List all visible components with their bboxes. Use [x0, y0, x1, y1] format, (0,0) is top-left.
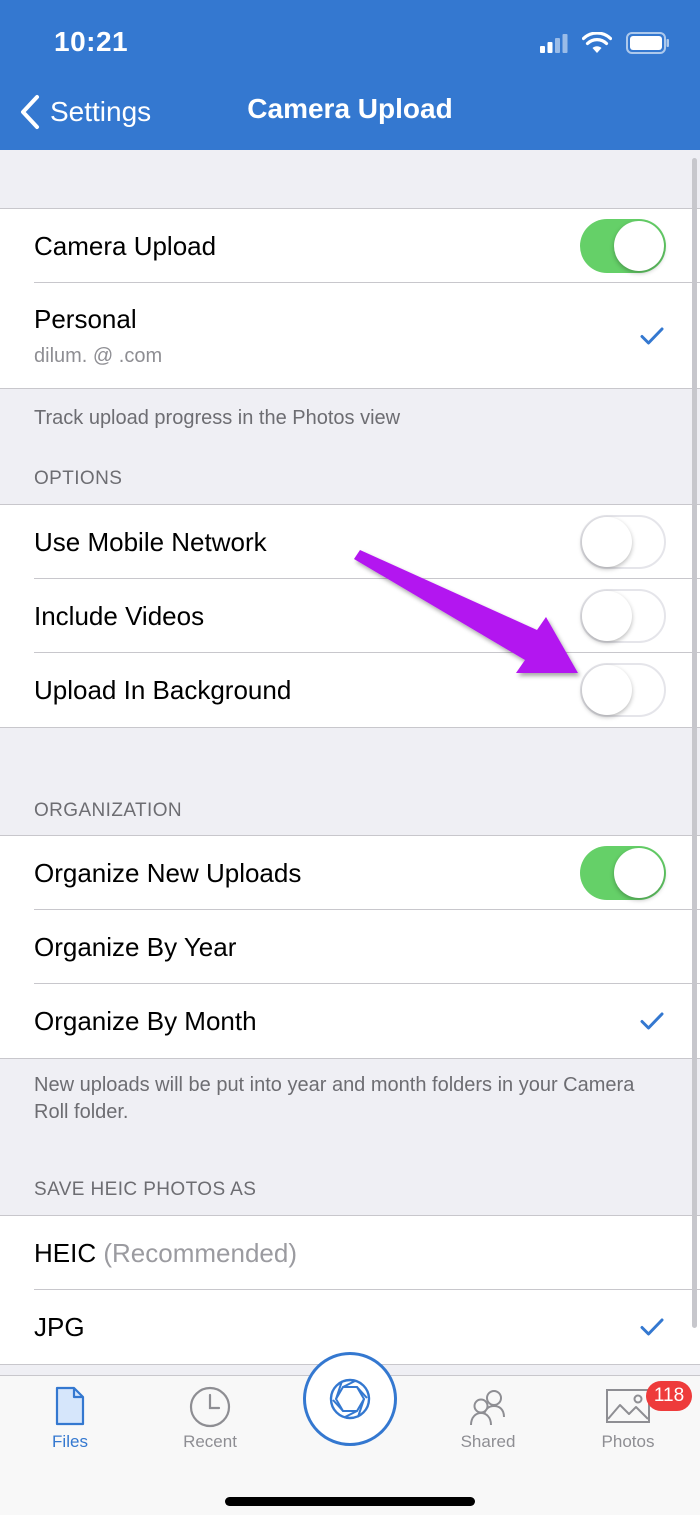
organize-by-month-row[interactable]: Organize By Month	[0, 983, 700, 1058]
tab-recent[interactable]: Recent	[140, 1386, 280, 1466]
cellular-signal-icon	[540, 34, 568, 53]
options-header-wrap: OPTIONS	[0, 451, 700, 504]
organization-header: ORGANIZATION	[34, 800, 183, 821]
organization-section: Organize New Uploads Organize By Year Or…	[0, 835, 700, 1059]
heic-option-row[interactable]: HEIC (Recommended)	[0, 1216, 700, 1290]
personal-label: Personal	[34, 303, 137, 334]
battery-icon	[626, 32, 669, 54]
navigation-bar: 10:21 Settings Camera Upload	[0, 0, 700, 150]
checkmark-icon	[640, 327, 664, 344]
camera-upload-toggle[interactable]	[580, 219, 666, 273]
account-footer: Track upload progress in the Photos view	[34, 407, 401, 429]
tab-photos-label: Photos	[601, 1432, 655, 1451]
tab-files[interactable]: Files	[0, 1386, 140, 1466]
status-icons	[540, 30, 670, 56]
heic-recommended-note: (Recommended)	[103, 1237, 297, 1268]
camera-upload-label: Camera Upload	[34, 230, 217, 261]
personal-account-text: Personal dilum. @ .com	[34, 304, 162, 368]
tab-shared-label: Shared	[460, 1432, 516, 1451]
clock-icon	[189, 1386, 231, 1428]
organize-new-uploads-row: Organize New Uploads	[0, 836, 700, 910]
organize-new-uploads-toggle[interactable]	[580, 846, 666, 900]
camera-upload-button[interactable]	[303, 1352, 397, 1446]
options-header: OPTIONS	[34, 468, 123, 489]
use-mobile-network-label: Use Mobile Network	[34, 526, 267, 557]
jpg-label: JPG	[34, 1311, 85, 1342]
toggle-knob	[614, 221, 664, 271]
heic-section: HEIC (Recommended) JPG	[0, 1215, 700, 1365]
organize-new-uploads-label: Organize New Uploads	[34, 857, 302, 888]
annotation-arrow	[354, 550, 578, 673]
heic-label: HEIC (Recommended)	[34, 1238, 297, 1269]
checkmark-icon	[640, 1318, 664, 1336]
organization-footer: New uploads will be put into year and mo…	[34, 1074, 635, 1123]
organization-footer-wrap: New uploads will be put into year and mo…	[0, 1059, 700, 1134]
heic-header: SAVE HEIC PHOTOS AS	[34, 1179, 257, 1200]
include-videos-label: Include Videos	[34, 600, 205, 631]
checkmark-icon	[640, 1012, 664, 1030]
settings-content[interactable]: Camera Upload Personal dilum. @ .com Tra…	[0, 150, 700, 1375]
tab-shared[interactable]: Shared	[418, 1386, 558, 1466]
photos-badge: 118	[646, 1381, 692, 1411]
tab-files-label: Files	[52, 1432, 88, 1451]
page-title: Camera Upload	[247, 93, 453, 124]
photos-icon	[606, 1389, 650, 1423]
personal-account-row[interactable]: Personal dilum. @ .com	[0, 282, 700, 388]
account-footer-wrap: Track upload progress in the Photos view	[0, 389, 700, 451]
heic-format: HEIC	[34, 1237, 97, 1268]
toggle-knob	[614, 848, 664, 898]
heic-header-wrap: SAVE HEIC PHOTOS AS	[0, 1134, 700, 1215]
status-time: 10:21	[54, 26, 129, 57]
people-icon	[470, 1390, 505, 1426]
account-section: Camera Upload Personal dilum. @ .com	[0, 208, 700, 389]
wifi-icon	[582, 32, 612, 53]
organization-header-wrap: ORGANIZATION	[0, 728, 700, 835]
organize-by-month-label: Organize By Month	[34, 1005, 257, 1036]
file-icon	[55, 1386, 85, 1426]
scrollbar[interactable]	[692, 158, 697, 1328]
personal-email: dilum. @ .com	[34, 344, 163, 367]
tab-bar: Files Recent Shared Photos 118	[0, 1352, 700, 1515]
organize-by-year-row[interactable]: Organize By Year	[0, 909, 700, 984]
organize-by-year-label: Organize By Year	[34, 931, 237, 962]
aperture-icon	[329, 1378, 371, 1420]
home-indicator[interactable]	[225, 1497, 475, 1506]
camera-upload-row: Camera Upload	[0, 209, 700, 283]
tab-recent-label: Recent	[183, 1432, 237, 1451]
upload-in-background-label: Upload In Background	[34, 674, 292, 705]
